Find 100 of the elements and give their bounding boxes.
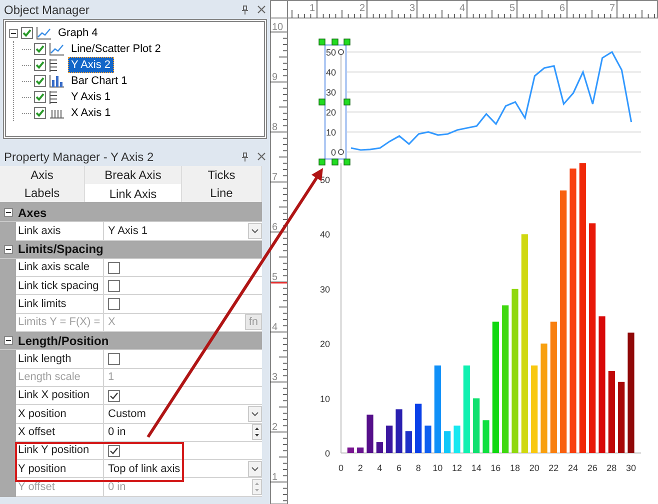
checkbox[interactable] xyxy=(34,91,46,103)
line-graph-icon xyxy=(36,26,52,40)
tab[interactable]: Line xyxy=(182,184,262,203)
axis-label: 6 xyxy=(396,463,402,473)
tree-item[interactable]: X Axis 1 xyxy=(68,105,114,121)
bar xyxy=(444,431,451,453)
tab[interactable]: Link Axis xyxy=(85,184,182,203)
axis-end-handle[interactable] xyxy=(338,149,344,155)
checkbox[interactable] xyxy=(21,27,33,39)
property-label: X position xyxy=(16,405,104,424)
resize-handle[interactable] xyxy=(344,98,350,106)
line-graph-icon xyxy=(49,42,65,56)
resize-handle[interactable] xyxy=(318,98,326,106)
axis-label: 20 xyxy=(529,463,540,473)
vertical-axis-icon xyxy=(49,58,57,72)
section-title: Limits/Spacing xyxy=(17,241,104,258)
checkbox[interactable] xyxy=(108,298,120,310)
axis-label: 16 xyxy=(490,463,501,473)
collapse-icon[interactable] xyxy=(4,336,12,346)
checkbox[interactable] xyxy=(34,75,46,87)
axis-label: 30 xyxy=(626,463,636,473)
axis-label: 12 xyxy=(452,463,462,473)
checkbox[interactable] xyxy=(34,59,46,71)
checkbox[interactable] xyxy=(108,444,120,456)
checkbox[interactable] xyxy=(108,280,120,292)
axis-label: 40 xyxy=(320,230,330,240)
axis-label: 0 xyxy=(324,448,330,458)
axis-label: 14 xyxy=(471,463,482,473)
axis-label: 24 xyxy=(568,463,578,473)
axis-label: 50 xyxy=(326,48,336,58)
axis-label: 0 xyxy=(338,463,344,473)
ruler-label: 4 xyxy=(459,3,465,14)
tree-item[interactable]: Line/Scatter Plot 2 xyxy=(68,41,164,57)
property-label: Length scale xyxy=(16,368,104,387)
checkbox[interactable] xyxy=(34,107,46,119)
checkbox[interactable] xyxy=(108,390,120,402)
ruler-label: 6 xyxy=(559,3,565,14)
pin-icon[interactable] xyxy=(241,152,249,162)
axis-label: 10 xyxy=(432,463,443,473)
section-title: Axes xyxy=(17,204,47,222)
panel-title: Property Manager - Y Axis 2 xyxy=(4,148,154,166)
tree-item[interactable]: Bar Chart 1 xyxy=(68,73,130,89)
ruler-label: 8 xyxy=(272,122,278,133)
collapse-icon[interactable] xyxy=(4,244,12,254)
axis-label: 28 xyxy=(606,463,617,473)
axis-end-handle[interactable] xyxy=(338,49,344,55)
bar xyxy=(415,404,422,453)
axis-label: 20 xyxy=(320,339,330,350)
axis-label: 0 xyxy=(330,148,336,158)
spinner-icon[interactable] xyxy=(252,424,262,440)
ruler-label: 7 xyxy=(272,172,278,183)
ruler-label: 10 xyxy=(272,22,284,33)
axis-label: 10 xyxy=(320,394,330,404)
pin-icon[interactable] xyxy=(241,4,249,14)
property-label: Link axis scale xyxy=(16,258,104,278)
panel-title: Object Manager xyxy=(4,2,90,18)
axis-label: 22 xyxy=(548,463,559,473)
axis-label: 20 xyxy=(326,108,336,118)
bar xyxy=(482,420,490,453)
property-label: X offset xyxy=(16,424,104,442)
bar xyxy=(386,426,393,453)
ruler-label: 7 xyxy=(609,3,615,14)
ruler-label: 5 xyxy=(509,3,515,14)
checkbox[interactable] xyxy=(108,262,120,274)
bar xyxy=(347,448,354,453)
axis-label: 30 xyxy=(326,88,336,98)
axis-label: 40 xyxy=(326,68,336,78)
chevron-down-icon[interactable] xyxy=(248,222,262,239)
collapse-icon[interactable] xyxy=(9,28,18,38)
property-label: Y position xyxy=(16,460,104,478)
close-icon[interactable] xyxy=(257,152,266,161)
ruler-label: 1 xyxy=(309,3,315,14)
property-label: Link length xyxy=(16,350,104,369)
bar xyxy=(366,414,374,453)
bar xyxy=(424,426,432,453)
bar xyxy=(618,382,625,453)
ruler-label: 2 xyxy=(359,3,365,14)
tab[interactable]: Labels xyxy=(0,184,85,203)
axis-label: 30 xyxy=(320,284,330,294)
ruler-label: 4 xyxy=(272,322,278,333)
axis-label: 10 xyxy=(326,128,336,138)
bar xyxy=(473,398,480,453)
chevron-down-icon[interactable] xyxy=(248,406,262,422)
checkbox[interactable] xyxy=(34,43,46,55)
bar xyxy=(357,448,364,453)
ruler-marker xyxy=(271,282,287,284)
axis-label: 2 xyxy=(358,463,363,473)
tree-item[interactable]: Graph 4 xyxy=(55,25,101,41)
collapse-icon[interactable] xyxy=(4,208,12,218)
property-label: Link limits xyxy=(16,295,104,314)
tree-item[interactable]: Y Axis 2 xyxy=(68,57,114,73)
vertical-axis-icon xyxy=(49,90,57,104)
axis-label: 4 xyxy=(377,463,382,473)
ruler-label: 3 xyxy=(272,372,278,383)
tree-item[interactable]: Y Axis 1 xyxy=(68,89,114,105)
chevron-down-icon[interactable] xyxy=(248,460,262,477)
close-icon[interactable] xyxy=(257,5,266,14)
axis-label: 8 xyxy=(416,463,421,473)
checkbox[interactable] xyxy=(108,353,120,366)
axis-label: 18 xyxy=(510,463,520,473)
